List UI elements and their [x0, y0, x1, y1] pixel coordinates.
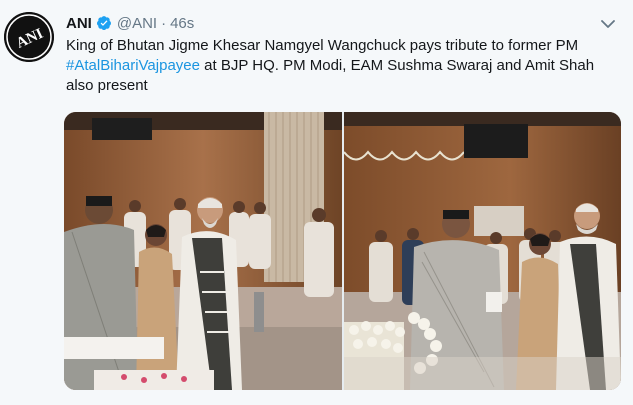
photo-left[interactable] [64, 112, 342, 390]
media-grid [64, 112, 621, 390]
separator-dot: · [161, 14, 167, 32]
hashtag-link[interactable]: #AtalBihariVajpayee [66, 57, 200, 74]
photo-right[interactable] [343, 112, 622, 390]
timestamp[interactable]: 46s [170, 15, 194, 32]
tweet-text-part1: King of Bhutan Jigme Khesar Namgyel Wang… [66, 37, 579, 54]
tweet-header: ANI @ANI · 46s [66, 12, 194, 34]
handle[interactable]: @ANI [117, 15, 157, 32]
tweet-card[interactable]: ANI ANI @ANI · 46s King of Bhutan Jigme … [0, 0, 633, 405]
photo-left-image [64, 112, 342, 390]
photo-right-image [343, 112, 621, 390]
avatar[interactable]: ANI [4, 12, 54, 62]
display-name[interactable]: ANI [66, 15, 92, 32]
tweet-text: King of Bhutan Jigme Khesar Namgyel Wang… [66, 36, 616, 96]
ani-logo: ANI [4, 12, 54, 62]
verified-badge-icon [96, 15, 112, 31]
chevron-down-icon[interactable] [601, 16, 615, 34]
